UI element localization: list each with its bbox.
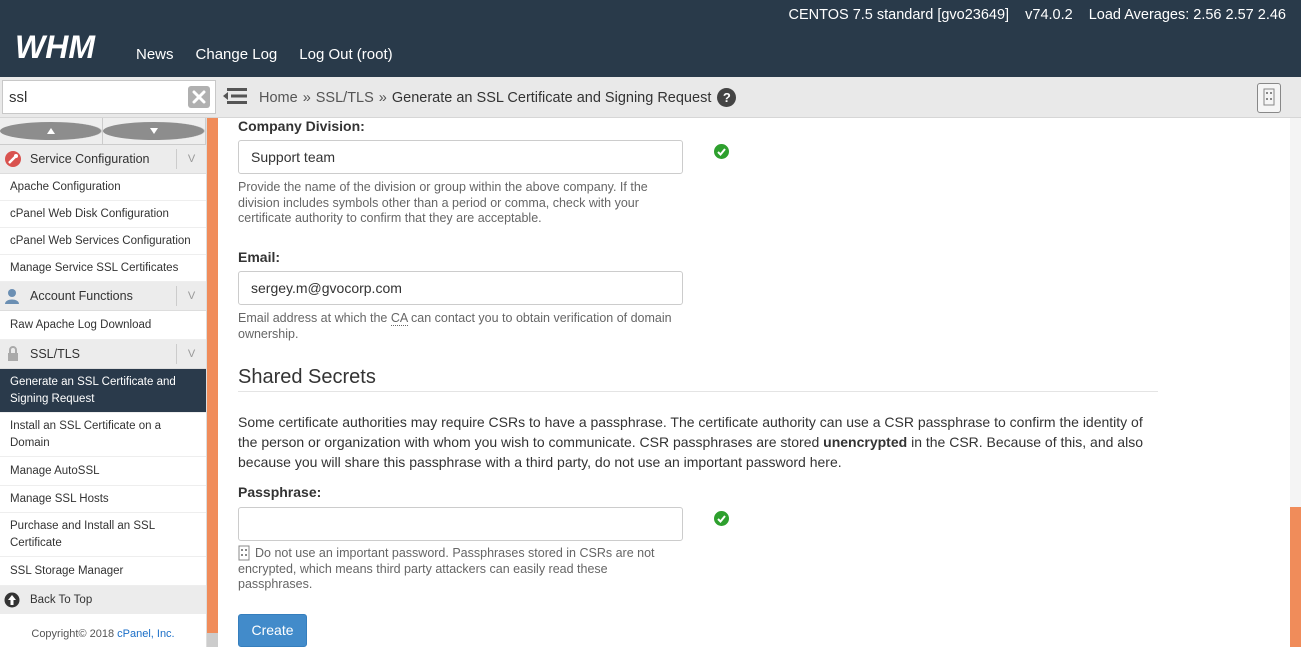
sidebar-category-account-functions[interactable]: Account Functions V bbox=[0, 282, 206, 311]
sidebar-item-generate-ssl-certificate[interactable]: Generate an SSL Certificate and Signing … bbox=[0, 369, 206, 413]
sidebar-item-ssl-storage-manager[interactable]: SSL Storage Manager bbox=[0, 557, 206, 586]
back-to-top-button[interactable]: Back To Top bbox=[0, 586, 206, 614]
passphrase-input[interactable] bbox=[238, 507, 683, 541]
nav-news[interactable]: News bbox=[136, 46, 174, 63]
user-icon bbox=[4, 287, 22, 305]
description-bold: unencrypted bbox=[823, 434, 908, 450]
search-input[interactable] bbox=[3, 81, 183, 113]
sidebar-item-cpanel-web-disk-configuration[interactable]: cPanel Web Disk Configuration bbox=[0, 201, 206, 228]
warning-icon bbox=[238, 545, 250, 561]
sidebar-resize-handle[interactable] bbox=[207, 118, 218, 633]
sidebar-item-manage-autossl[interactable]: Manage AutoSSL bbox=[0, 457, 206, 486]
load-averages: Load Averages: 2.56 2.57 2.46 bbox=[1088, 7, 1286, 23]
page-scrollbar-thumb[interactable] bbox=[1290, 507, 1301, 647]
breadcrumb-separator: » bbox=[302, 89, 311, 106]
sidebar-item-manage-service-ssl-certificates[interactable]: Manage Service SSL Certificates bbox=[0, 255, 206, 282]
top-header: WHM News Change Log Log Out (root) CENTO… bbox=[0, 0, 1301, 77]
valid-check-icon bbox=[714, 511, 729, 526]
search-box bbox=[2, 80, 216, 114]
breadcrumb-separator: » bbox=[378, 89, 387, 106]
main-content: Company Division: Provide the name of th… bbox=[218, 118, 1290, 647]
top-nav: News Change Log Log Out (root) bbox=[136, 46, 393, 63]
back-to-top-label: Back To Top bbox=[30, 594, 93, 606]
ca-abbreviation: CA bbox=[390, 311, 408, 326]
shared-secrets-description: Some certificate authorities may require… bbox=[238, 412, 1158, 472]
breadcrumb-home[interactable]: Home bbox=[259, 90, 298, 106]
system-info: CENTOS 7.5 standard [gvo23649] v74.0.2 L… bbox=[777, 7, 1287, 23]
chevron-down-icon[interactable]: V bbox=[176, 286, 206, 306]
sidebar-item-raw-apache-log-download[interactable]: Raw Apache Log Download bbox=[0, 311, 206, 340]
wrench-icon bbox=[4, 150, 22, 168]
company-division-input[interactable] bbox=[238, 140, 683, 174]
create-button[interactable]: Create bbox=[238, 614, 307, 647]
category-label: Account Functions bbox=[30, 289, 133, 303]
sidebar-item-manage-ssl-hosts[interactable]: Manage SSL Hosts bbox=[0, 486, 206, 513]
sidebar-item-apache-configuration[interactable]: Apache Configuration bbox=[0, 174, 206, 201]
passphrase-help: Do not use an important password. Passph… bbox=[238, 545, 678, 593]
breadcrumb: Home » SSL/TLS » Generate an SSL Certifi… bbox=[259, 88, 737, 107]
category-label: SSL/TLS bbox=[30, 347, 81, 361]
version-info: v74.0.2 bbox=[1025, 7, 1073, 23]
company-division-help: Provide the name of the division or grou… bbox=[238, 180, 648, 225]
arrow-up-circle-icon bbox=[4, 592, 20, 608]
section-divider bbox=[238, 391, 1158, 392]
arrow-up-icon bbox=[46, 128, 55, 134]
svg-text:WHM: WHM bbox=[15, 30, 96, 64]
os-info: CENTOS 7.5 standard [gvo23649] bbox=[788, 7, 1010, 23]
sidebar-scroll-controls bbox=[0, 118, 206, 145]
scroll-down-button[interactable] bbox=[103, 118, 206, 144]
company-division-label: Company Division: bbox=[238, 118, 365, 134]
sidebar-item-purchase-install-ssl[interactable]: Purchase and Install an SSL Certificate bbox=[0, 513, 206, 557]
help-icon[interactable]: ? bbox=[717, 88, 737, 107]
chevron-down-icon[interactable]: V bbox=[176, 344, 206, 364]
valid-check-icon bbox=[714, 144, 729, 159]
shared-secrets-heading: Shared Secrets bbox=[238, 366, 376, 388]
clear-search-button[interactable] bbox=[188, 86, 210, 108]
sidebar-resize-handle-end bbox=[207, 633, 218, 647]
passphrase-help-text: Do not use an important password. Passph… bbox=[238, 546, 655, 591]
sidebar-item-cpanel-web-services-configuration[interactable]: cPanel Web Services Configuration bbox=[0, 228, 206, 255]
email-label: Email: bbox=[238, 249, 281, 265]
cpanel-link[interactable]: cPanel, Inc. bbox=[117, 628, 174, 640]
close-icon bbox=[192, 90, 206, 104]
nav-change-log[interactable]: Change Log bbox=[196, 46, 278, 63]
sidebar-category-ssl-tls[interactable]: SSL/TLS V bbox=[0, 340, 206, 369]
arrow-down-icon bbox=[149, 128, 158, 134]
category-label: Service Configuration bbox=[30, 152, 150, 166]
chevron-down-icon[interactable]: V bbox=[176, 149, 206, 169]
nav-logout[interactable]: Log Out (root) bbox=[299, 46, 392, 63]
copyright: Copyright© 2018 cPanel, Inc. bbox=[0, 628, 206, 640]
sidebar: Service Configuration V Apache Configura… bbox=[0, 118, 207, 647]
breadcrumb-current: Generate an SSL Certificate and Signing … bbox=[391, 89, 712, 106]
menu-toggle-icon[interactable] bbox=[223, 86, 247, 106]
scroll-up-button[interactable] bbox=[0, 118, 103, 144]
sidebar-item-install-ssl-certificate[interactable]: Install an SSL Certificate on a Domain bbox=[0, 413, 206, 457]
email-help-text: Email address at which the bbox=[238, 311, 391, 325]
breadcrumb-ssl-tls[interactable]: SSL/TLS bbox=[316, 90, 374, 106]
mobile-view-icon[interactable] bbox=[1257, 83, 1281, 113]
lock-icon bbox=[4, 345, 22, 363]
whm-logo[interactable]: WHM bbox=[15, 30, 115, 64]
copyright-text: Copyright© 2018 bbox=[31, 628, 118, 640]
sidebar-category-service-configuration[interactable]: Service Configuration V bbox=[0, 145, 206, 174]
email-help: Email address at which the CA can contac… bbox=[238, 311, 678, 342]
email-input[interactable] bbox=[238, 271, 683, 305]
passphrase-label: Passphrase: bbox=[238, 484, 322, 500]
